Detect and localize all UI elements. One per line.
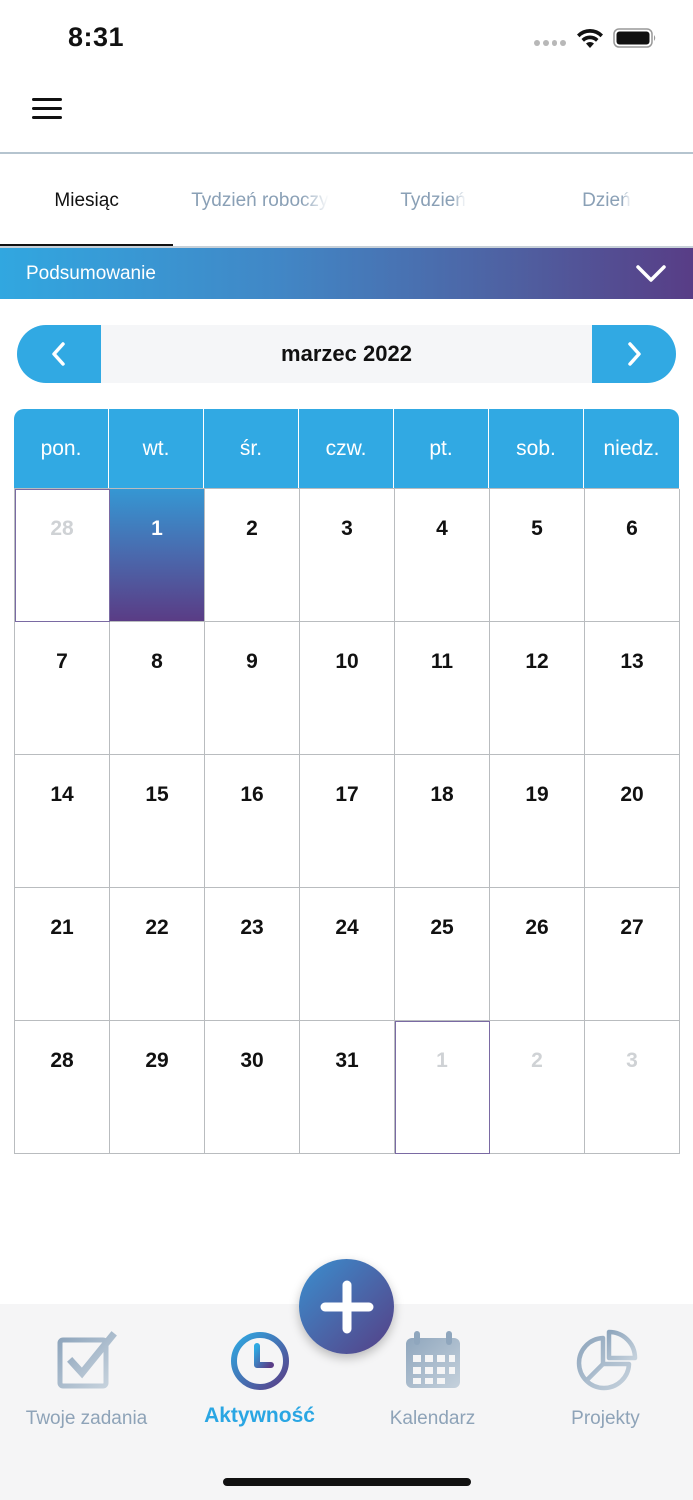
app-header [0,80,693,154]
battery-icon [613,28,656,48]
month-title: marzec 2022 [281,341,412,366]
nav-label-activity: Aktywność [204,1404,315,1427]
chevron-right-icon [628,342,641,366]
weekday-header: czw. [299,409,394,488]
status-bar: 8:31 [0,0,693,80]
view-tabs: Miesiąc Tydzień roboczy Tydzień Dzień [0,156,693,248]
chevron-down-icon [636,264,666,282]
weekday-header: pt. [394,409,489,488]
nav-label-projects: Projekty [571,1408,640,1429]
day-cell[interactable]: 10 [300,622,395,755]
day-cell[interactable]: 8 [110,622,205,755]
day-cell[interactable]: 28 [15,489,110,622]
checkbox-icon [57,1331,117,1389]
home-indicator [223,1478,471,1486]
next-month-button[interactable] [592,325,676,383]
tab-work-week[interactable]: Tydzień roboczy [173,156,346,246]
nav-label-calendar: Kalendarz [389,1408,476,1429]
day-cell[interactable]: 22 [110,888,205,1021]
day-cell[interactable]: 9 [205,622,300,755]
day-cell[interactable]: 3 [585,1021,680,1154]
days-grid: 28 1 2 3 4 5 6 7 8 9 10 11 12 13 14 15 16 17 18 19 20 21 22 23 2… [14,488,680,1154]
chevron-left-icon [52,342,65,366]
month-calendar: pon. wt. śr. czw. pt. sob. niedz. 28 1 2 3 4 5 6 7 8 9 1… [14,409,680,1154]
nav-label-tasks: Twoje zadania [25,1408,148,1429]
summary-bar[interactable]: Podsumowanie [0,248,693,299]
tab-day[interactable]: Dzień [520,156,693,246]
day-cell[interactable]: 26 [490,888,585,1021]
hamburger-menu-icon[interactable] [32,98,62,120]
day-cell[interactable]: 23 [205,888,300,1021]
weekday-header: śr. [204,409,299,488]
day-cell[interactable]: 17 [300,755,395,888]
tab-week[interactable]: Tydzień [347,156,520,246]
day-cell[interactable]: 13 [585,622,680,755]
day-cell[interactable]: 31 [300,1021,395,1154]
nav-item-projects[interactable]: Projekty [519,1304,692,1454]
day-cell[interactable]: 15 [110,755,205,888]
weekday-header-row: pon. wt. śr. czw. pt. sob. niedz. [14,409,679,488]
day-cell[interactable]: 2 [490,1021,585,1154]
weekday-header: wt. [109,409,204,488]
day-cell[interactable]: 3 [300,489,395,622]
plus-icon [320,1280,373,1333]
day-cell-selected[interactable]: 1 [110,489,205,622]
clock-icon [230,1332,289,1390]
previous-month-button[interactable] [17,325,101,383]
day-cell[interactable]: 11 [395,622,490,755]
status-time: 8:31 [68,22,125,52]
weekday-header: sob. [489,409,584,488]
day-cell[interactable]: 27 [585,888,680,1021]
summary-label: Podsumowanie [26,262,156,284]
day-cell[interactable]: 1 [395,1021,490,1154]
day-cell[interactable]: 18 [395,755,490,888]
day-cell[interactable]: 5 [490,489,585,622]
pie-chart-icon [576,1329,637,1391]
tab-month[interactable]: Miesiąc [0,156,174,246]
add-activity-button[interactable] [299,1259,394,1354]
day-cell[interactable]: 21 [15,888,110,1021]
day-cell[interactable]: 20 [585,755,680,888]
day-cell[interactable]: 19 [490,755,585,888]
day-cell[interactable]: 16 [205,755,300,888]
day-cell[interactable]: 7 [15,622,110,755]
day-cell[interactable]: 24 [300,888,395,1021]
month-navigation: marzec 2022 [17,325,676,383]
day-cell[interactable]: 4 [395,489,490,622]
day-cell[interactable]: 6 [585,489,680,622]
weekday-header: niedz. [584,409,679,488]
wifi-icon [577,28,603,48]
signal-icon [534,40,566,48]
weekday-header: pon. [14,409,109,488]
day-cell[interactable]: 12 [490,622,585,755]
day-cell[interactable]: 14 [15,755,110,888]
day-cell[interactable]: 25 [395,888,490,1021]
calendar-icon [405,1331,460,1388]
day-cell[interactable]: 29 [110,1021,205,1154]
day-cell[interactable]: 30 [205,1021,300,1154]
day-cell[interactable]: 28 [15,1021,110,1154]
nav-item-tasks[interactable]: Twoje zadania [0,1304,173,1454]
day-cell[interactable]: 2 [205,489,300,622]
